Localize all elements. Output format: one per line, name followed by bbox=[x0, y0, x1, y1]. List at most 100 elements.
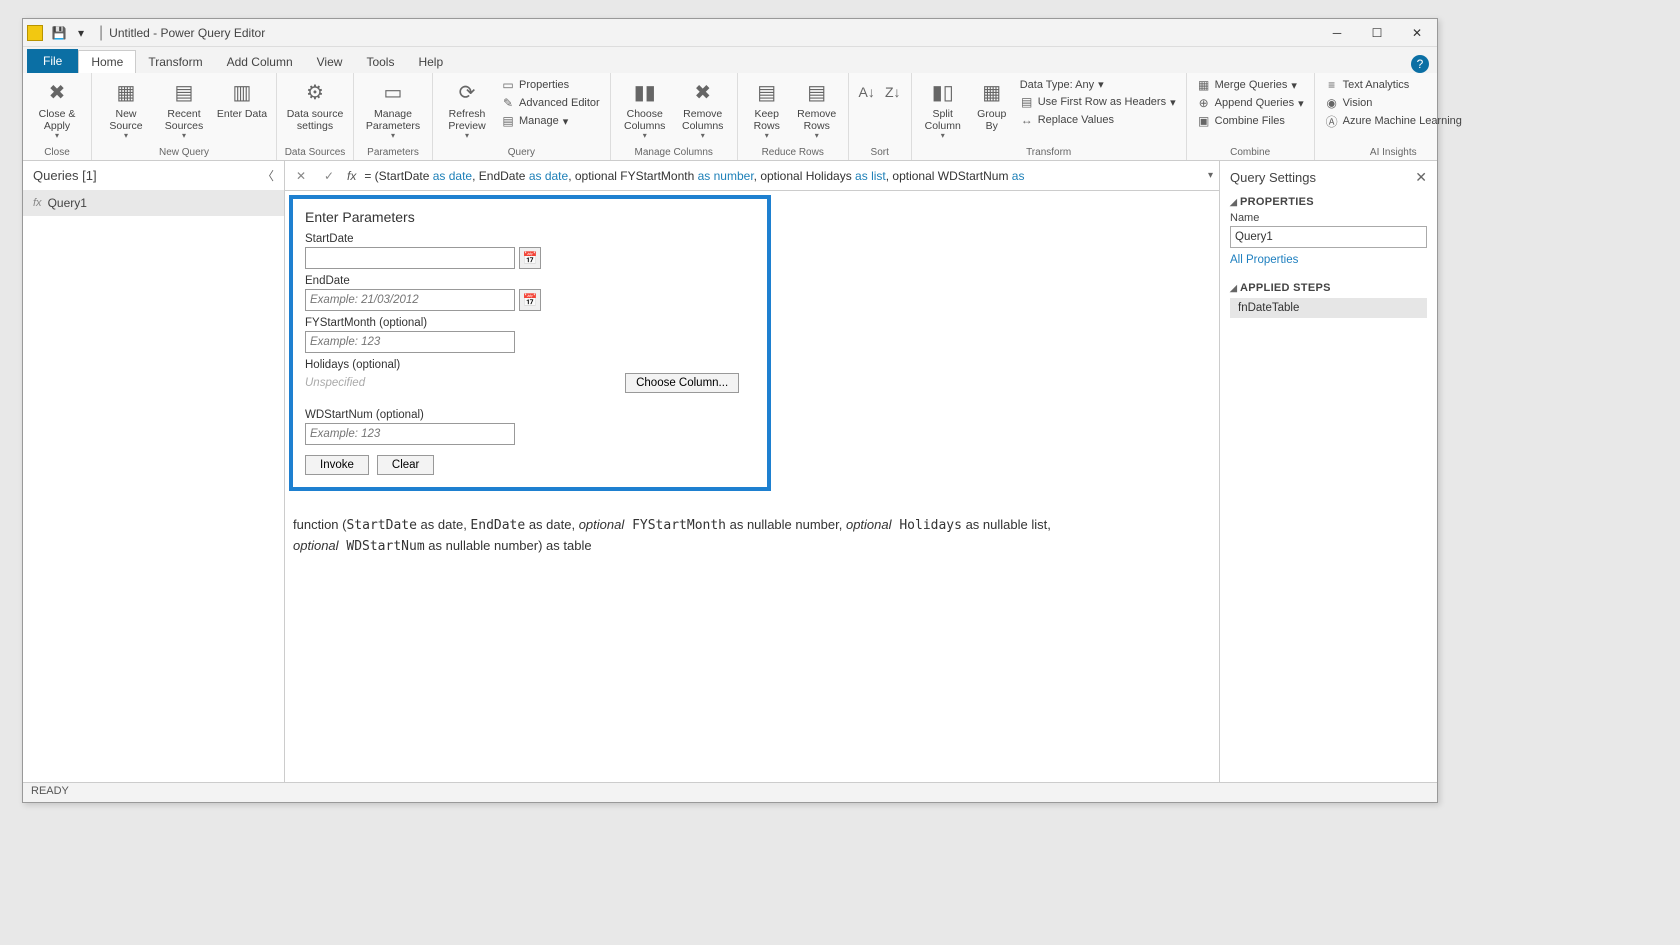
choose-column-button[interactable]: Choose Column... bbox=[625, 373, 739, 393]
combine-files-button[interactable]: ▣Combine Files bbox=[1193, 113, 1308, 129]
group-query: ⟳ Refresh Preview ▾ ▭Properties ✎ Advance… bbox=[433, 73, 611, 160]
commit-formula-icon[interactable]: ✓ bbox=[319, 169, 339, 183]
replace-values-button[interactable]: ↔Replace Values bbox=[1016, 112, 1180, 128]
query-group-label: Query bbox=[439, 145, 604, 158]
new-source-button[interactable]: ▦ New Source ▾ bbox=[98, 77, 154, 143]
sort-desc-button[interactable]: Z↓ bbox=[881, 77, 905, 111]
append-queries-button[interactable]: ⊕Append Queries ▾ bbox=[1193, 95, 1308, 111]
vision-label: Vision bbox=[1343, 97, 1373, 109]
tab-home[interactable]: Home bbox=[78, 50, 136, 73]
append-icon: ⊕ bbox=[1197, 96, 1211, 110]
minimize-button[interactable]: ─ bbox=[1317, 19, 1357, 47]
merge-queries-button[interactable]: ▦Merge Queries ▾ bbox=[1193, 77, 1308, 93]
sort-group-label: Sort bbox=[855, 145, 905, 158]
recent-sources-label: Recent Sources bbox=[158, 109, 210, 132]
keep-rows-label: Keep Rows bbox=[746, 109, 788, 132]
start-date-input[interactable] bbox=[305, 247, 515, 269]
advanced-editor-label: Advanced Editor bbox=[519, 97, 600, 109]
end-date-label: EndDate bbox=[305, 275, 755, 287]
choose-columns-button[interactable]: ▮▮ Choose Columns ▾ bbox=[617, 77, 673, 143]
advanced-editor-button[interactable]: ✎ Advanced Editor bbox=[497, 95, 604, 111]
applied-steps-section: APPLIED STEPS bbox=[1230, 282, 1427, 294]
headers-label: Use First Row as Headers bbox=[1038, 96, 1166, 108]
manage-parameters-button[interactable]: ▭ Manage Parameters ▾ bbox=[360, 77, 426, 143]
expand-formula-icon[interactable]: ▾ bbox=[1208, 170, 1213, 181]
properties-label: Properties bbox=[519, 79, 569, 91]
refresh-preview-button[interactable]: ⟳ Refresh Preview ▾ bbox=[439, 77, 495, 143]
group-transform: ▮▯ Split Column ▾ ▦ Group By Data Type: … bbox=[912, 73, 1187, 160]
clear-button[interactable]: Clear bbox=[377, 455, 434, 475]
tab-view[interactable]: View bbox=[305, 51, 355, 73]
manage-parameters-label: Manage Parameters bbox=[362, 109, 424, 132]
tab-help[interactable]: Help bbox=[406, 51, 455, 73]
close-button[interactable]: ✕ bbox=[1397, 19, 1437, 47]
applied-step[interactable]: fnDateTable bbox=[1230, 298, 1427, 318]
wdstart-label: WDStartNum (optional) bbox=[305, 409, 755, 421]
split-column-button[interactable]: ▮▯ Split Column ▾ bbox=[918, 77, 968, 143]
formula-expression[interactable]: = (StartDate as date, EndDate as date, o… bbox=[364, 169, 1200, 183]
tab-add-column[interactable]: Add Column bbox=[215, 51, 305, 73]
save-icon[interactable]: 💾 bbox=[49, 23, 69, 43]
transform-group-label: Transform bbox=[918, 145, 1180, 158]
invoke-button[interactable]: Invoke bbox=[305, 455, 369, 475]
function-icon: fx bbox=[33, 197, 42, 209]
data-source-settings-button[interactable]: ⚙ Data source settings bbox=[283, 77, 347, 134]
remove-columns-button[interactable]: ✖ Remove Columns ▾ bbox=[675, 77, 731, 143]
group-sort: A↓ Z↓ Sort bbox=[849, 73, 912, 160]
group-ai-insights: ≡Text Analytics ◉Vision ⒶAzure Machine L… bbox=[1315, 73, 1472, 160]
remove-rows-button[interactable]: ▤ Remove Rows ▾ bbox=[792, 77, 842, 143]
group-new-query: ▦ New Source ▾ ▤ Recent Sources ▾ ▥ Ente… bbox=[92, 73, 277, 160]
refresh-icon: ⟳ bbox=[453, 79, 481, 107]
close-settings-icon[interactable]: ✕ bbox=[1415, 169, 1427, 186]
sort-asc-button[interactable]: A↓ bbox=[855, 77, 879, 111]
help-icon[interactable]: ? bbox=[1411, 55, 1429, 73]
cancel-formula-icon[interactable]: ✕ bbox=[291, 169, 311, 183]
holidays-label: Holidays (optional) bbox=[305, 359, 755, 371]
enter-data-label: Enter Data bbox=[217, 109, 267, 121]
properties-button[interactable]: ▭Properties bbox=[497, 77, 604, 93]
azure-ml-button[interactable]: ⒶAzure Machine Learning bbox=[1321, 113, 1466, 129]
manage-button[interactable]: ▤Manage ▾ bbox=[497, 113, 604, 129]
tab-tools[interactable]: Tools bbox=[354, 51, 406, 73]
enter-data-button[interactable]: ▥ Enter Data bbox=[214, 77, 270, 123]
data-type-button[interactable]: Data Type: Any ▾ bbox=[1016, 77, 1180, 92]
first-row-headers-button[interactable]: ▤Use First Row as Headers ▾ bbox=[1016, 94, 1180, 110]
close-apply-button[interactable]: ✖ Close & Apply ▾ bbox=[29, 77, 85, 143]
query-settings-pane: Query Settings ✕ PROPERTIES Name All Pro… bbox=[1219, 161, 1437, 782]
qat-dropdown-icon[interactable]: ▾ bbox=[71, 23, 91, 43]
start-date-calendar-icon[interactable]: 📅 bbox=[519, 247, 541, 269]
data-sources-group-label: Data Sources bbox=[283, 145, 347, 158]
all-properties-link[interactable]: All Properties bbox=[1230, 254, 1298, 266]
editor-icon: ✎ bbox=[501, 96, 515, 110]
remove-rows-label: Remove Rows bbox=[794, 109, 840, 132]
enter-parameters-panel: Enter Parameters StartDate 📅 EndDate 📅 bbox=[289, 195, 771, 491]
text-analytics-label: Text Analytics bbox=[1343, 79, 1410, 91]
split-column-label: Split Column bbox=[920, 109, 966, 132]
maximize-button[interactable]: ☐ bbox=[1357, 19, 1397, 47]
text-analytics-button[interactable]: ≡Text Analytics bbox=[1321, 77, 1466, 93]
new-query-group-label: New Query bbox=[98, 145, 270, 158]
append-label: Append Queries bbox=[1215, 97, 1295, 109]
recent-sources-button[interactable]: ▤ Recent Sources ▾ bbox=[156, 77, 212, 143]
data-source-icon: ⚙ bbox=[301, 79, 329, 107]
end-date-input[interactable] bbox=[305, 289, 515, 311]
data-type-label: Data Type: Any bbox=[1020, 79, 1094, 91]
group-by-button[interactable]: ▦ Group By bbox=[970, 77, 1014, 134]
tab-transform[interactable]: Transform bbox=[136, 51, 214, 73]
fystart-input[interactable] bbox=[305, 331, 515, 353]
query-item[interactable]: fx Query1 bbox=[23, 190, 284, 216]
keep-rows-icon: ▤ bbox=[753, 79, 781, 107]
wdstart-input[interactable] bbox=[305, 423, 515, 445]
keep-rows-button[interactable]: ▤ Keep Rows ▾ bbox=[744, 77, 790, 143]
collapse-icon[interactable]: 〈 bbox=[262, 167, 274, 184]
status-text: READY bbox=[31, 785, 69, 797]
tab-file[interactable]: File bbox=[27, 49, 78, 73]
merge-icon: ▦ bbox=[1197, 78, 1211, 92]
vision-button[interactable]: ◉Vision bbox=[1321, 95, 1466, 111]
start-date-label: StartDate bbox=[305, 233, 755, 245]
status-bar: READY bbox=[23, 782, 1437, 802]
queries-header: Queries [1] bbox=[33, 168, 97, 183]
end-date-calendar-icon[interactable]: 📅 bbox=[519, 289, 541, 311]
query-name-input[interactable] bbox=[1230, 226, 1427, 248]
azure-ml-label: Azure Machine Learning bbox=[1343, 115, 1462, 127]
